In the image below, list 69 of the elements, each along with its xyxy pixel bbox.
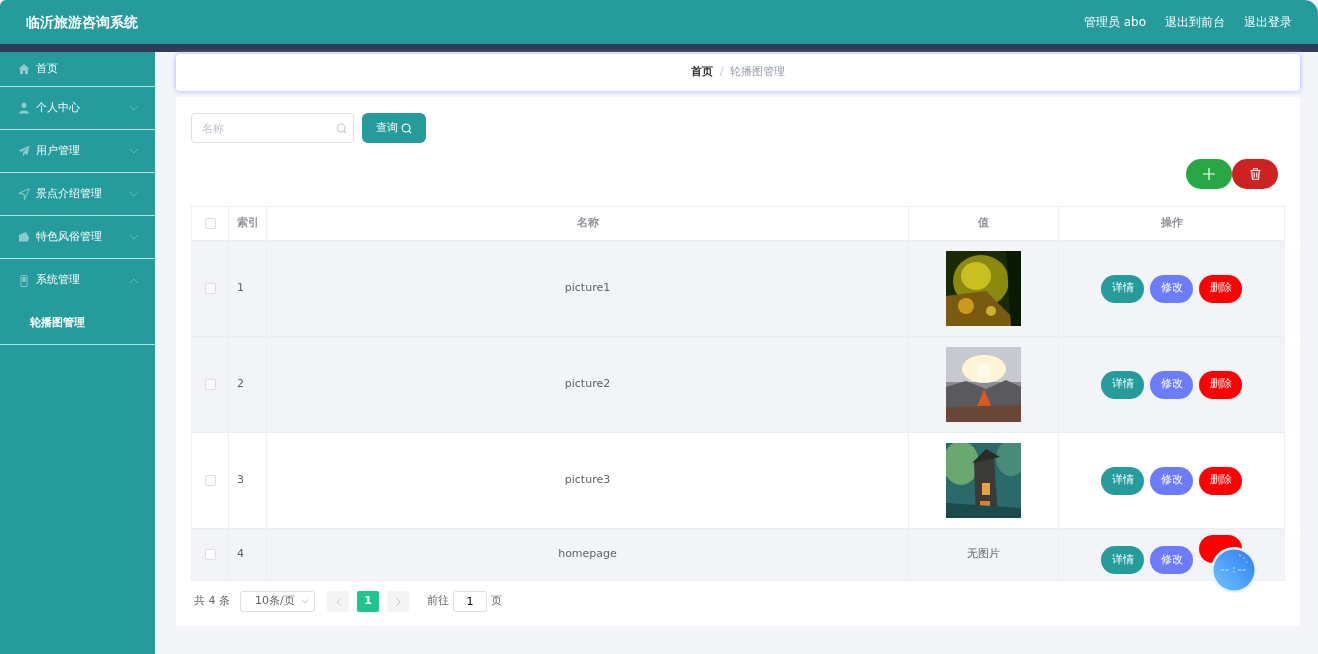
- header-link[interactable]: 退出登录: [1244, 13, 1292, 31]
- table-cell: homepage: [558, 547, 617, 561]
- breadcrumb-current: 轮播图管理: [730, 64, 786, 81]
- previous-page-button[interactable]: [327, 591, 349, 612]
- edit-button[interactable]: 修改: [1150, 370, 1193, 399]
- page-suffix: 页: [491, 593, 502, 610]
- table-cell: 2: [237, 377, 244, 391]
- delete-button[interactable]: 删除: [1199, 370, 1242, 399]
- page-number-field[interactable]: 1: [453, 591, 487, 612]
- paper-plane-icon: [18, 145, 30, 157]
- sidebar-item[interactable]: 用户管理: [0, 130, 155, 173]
- edit-button[interactable]: 修改: [1150, 546, 1193, 575]
- sidebar-item[interactable]: 个人中心: [0, 87, 155, 130]
- search-icon: [401, 122, 412, 134]
- wallet-icon: [18, 231, 30, 243]
- detail-button[interactable]: 详情: [1101, 274, 1144, 303]
- delete-button[interactable]: 删除: [1199, 466, 1242, 495]
- select-all-checkbox[interactable]: [204, 217, 216, 229]
- table-cell: picture1: [564, 281, 611, 295]
- sidebar-item[interactable]: 景点介绍管理: [0, 173, 155, 216]
- search-icon: [336, 123, 347, 134]
- chevron-right-icon: [395, 597, 401, 606]
- navigation-arrow-icon: [18, 188, 30, 200]
- query-button[interactable]: 查询: [362, 113, 426, 143]
- delete-button[interactable]: 删除: [1199, 274, 1242, 303]
- row-checkbox[interactable]: [204, 474, 216, 486]
- add-button[interactable]: [1186, 159, 1232, 189]
- table-cell: 1: [237, 281, 244, 295]
- breadcrumb-separator: /: [719, 64, 724, 81]
- detail-button[interactable]: 详情: [1101, 370, 1144, 399]
- table-cell: 无图片: [967, 547, 1000, 561]
- submenu-item[interactable]: 轮播图管理: [0, 302, 155, 345]
- person-icon: [18, 102, 30, 114]
- column-header: 操作: [1160, 216, 1183, 230]
- table-cell: picture3: [564, 473, 611, 487]
- search-field[interactable]: 名称: [191, 113, 354, 143]
- sidebar-item[interactable]: 系统管理: [0, 259, 155, 302]
- home-icon: [18, 63, 30, 75]
- edit-button[interactable]: 修改: [1150, 466, 1193, 495]
- total-count: 共 4 条: [194, 593, 230, 610]
- phone-icon: [18, 274, 30, 287]
- trash-icon: [1249, 168, 1261, 180]
- app-title: 临沂旅游咨询系统: [26, 12, 138, 32]
- edit-button[interactable]: 修改: [1150, 274, 1193, 303]
- plus-icon: [1203, 168, 1215, 180]
- row-checkbox[interactable]: [204, 548, 216, 560]
- page-size-select[interactable]: 10条/页: [240, 591, 315, 612]
- column-header: 索引: [237, 216, 259, 230]
- table-cell: picture2: [564, 377, 611, 391]
- table-cell: 4: [237, 547, 244, 561]
- floating-assistant-button[interactable]: [1210, 546, 1258, 594]
- sidebar-item[interactable]: 特色风俗管理: [0, 216, 155, 259]
- row-checkbox[interactable]: [204, 282, 216, 294]
- column-header: 名称: [576, 216, 599, 230]
- next-page-button[interactable]: [387, 591, 409, 612]
- page-button[interactable]: 1: [357, 591, 379, 612]
- goto-label: 前往: [427, 593, 449, 610]
- breadcrumb-link[interactable]: 首页: [690, 64, 713, 81]
- table-cell: 3: [237, 473, 244, 487]
- chevron-down-icon: [301, 599, 309, 604]
- column-header: 值: [978, 216, 989, 230]
- header-link[interactable]: 管理员 abo: [1083, 13, 1146, 31]
- header-link[interactable]: 退出到前台: [1165, 13, 1225, 31]
- sidebar-item[interactable]: 首页: [0, 52, 155, 87]
- chevron-left-icon: [335, 597, 341, 606]
- delete-button[interactable]: [1232, 159, 1278, 189]
- row-checkbox[interactable]: [204, 378, 216, 390]
- detail-button[interactable]: 详情: [1101, 546, 1144, 575]
- detail-button[interactable]: 详情: [1101, 466, 1144, 495]
